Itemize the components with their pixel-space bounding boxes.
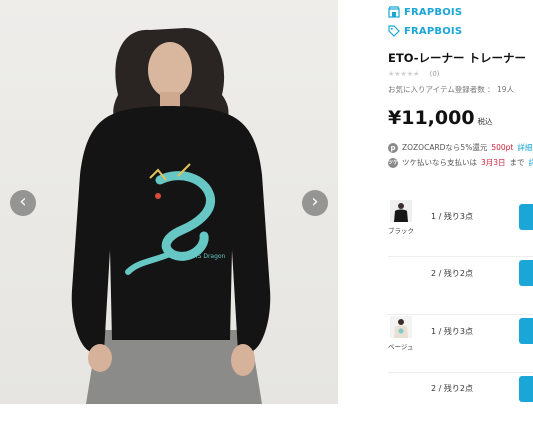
tsuke-date: 3月3日 <box>481 158 506 167</box>
size-stock: 2 / 残り2点 <box>431 384 473 393</box>
brand-name-top: FRAPBOIS <box>404 6 463 18</box>
size-stock: 1 / 残り3点 <box>431 327 473 336</box>
add-to-cart-button[interactable] <box>519 260 533 286</box>
print-text: FRAPBOIS Dragon <box>172 253 226 260</box>
thumbnail-black <box>390 200 412 222</box>
color-label: ブラック <box>388 227 414 235</box>
size-stock: 2 / 残り2点 <box>431 269 473 278</box>
zozocard-detail-link[interactable]: 詳細 <box>517 142 532 153</box>
add-to-cart-button[interactable] <box>519 204 533 230</box>
shop-icon <box>388 6 400 18</box>
price-value: ¥11,000 <box>388 107 475 129</box>
brand-shop-link[interactable]: FRAPBOIS <box>388 4 462 20</box>
color-swatch-beige[interactable] <box>390 316 412 338</box>
tax-label: 税込 <box>477 117 493 126</box>
brand-name-bottom: FRAPBOIS <box>404 25 463 37</box>
thumbnail-beige <box>390 316 412 338</box>
variant-row: ブラック 1 / 残り3点 <box>388 200 533 257</box>
rating-row[interactable]: ★★★★★ (0) <box>388 70 440 78</box>
product-info-panel: FRAPBOIS FRAPBOIS ETO-レーナー トレーナー ★★★★★ (… <box>388 0 533 404</box>
review-count: (0) <box>429 70 440 78</box>
tsuke-text: ツケ払いなら支払いは <box>402 158 477 167</box>
gallery-next-button[interactable]: › <box>302 190 328 216</box>
variant-row: 2 / 残り2点 <box>388 258 533 315</box>
zozocard-text: ZOZOCARDなら5%還元 <box>402 143 488 152</box>
size-stock: 1 / 残り3点 <box>431 212 473 221</box>
variant-row: 2 / 残り2点 <box>388 374 533 430</box>
chevron-right-icon: › <box>311 191 319 212</box>
star-rating-icon: ★★★★★ <box>388 70 420 78</box>
point-icon: p <box>388 142 398 153</box>
color-label: ベージュ <box>388 343 414 351</box>
color-swatch-black[interactable] <box>390 200 412 222</box>
zozocard-points: 500pt <box>491 143 514 152</box>
tsuke-detail-link[interactable]: 詳細 <box>529 157 533 168</box>
brand-tag-link[interactable]: FRAPBOIS <box>388 23 462 39</box>
variant-row: ベージュ 1 / 残り3点 <box>388 316 533 373</box>
tag-icon <box>388 25 400 37</box>
tsuke-suffix: まで <box>509 158 525 167</box>
price: ¥11,000 税込 <box>388 107 493 129</box>
chevron-left-icon: ‹ <box>19 191 27 212</box>
product-title: ETO-レーナー トレーナー <box>388 51 526 65</box>
add-to-cart-button[interactable] <box>519 376 533 402</box>
zozocard-promo: p ZOZOCARDなら5%還元 500pt 詳細 <box>388 142 532 153</box>
favorite-count: お気に入りアイテム登録者数 ： 19人 <box>388 85 515 94</box>
product-photo: FRAPBOIS Dragon <box>0 0 338 404</box>
add-to-cart-button[interactable] <box>519 318 533 344</box>
product-image-gallery[interactable]: FRAPBOIS Dragon ‹ › <box>0 0 338 404</box>
gallery-prev-button[interactable]: ‹ <box>10 190 36 216</box>
tsuke-promo: ツケ ツケ払いなら支払いは 3月3日まで 詳細 <box>388 157 533 168</box>
tsuke-icon: ツケ <box>388 157 399 168</box>
